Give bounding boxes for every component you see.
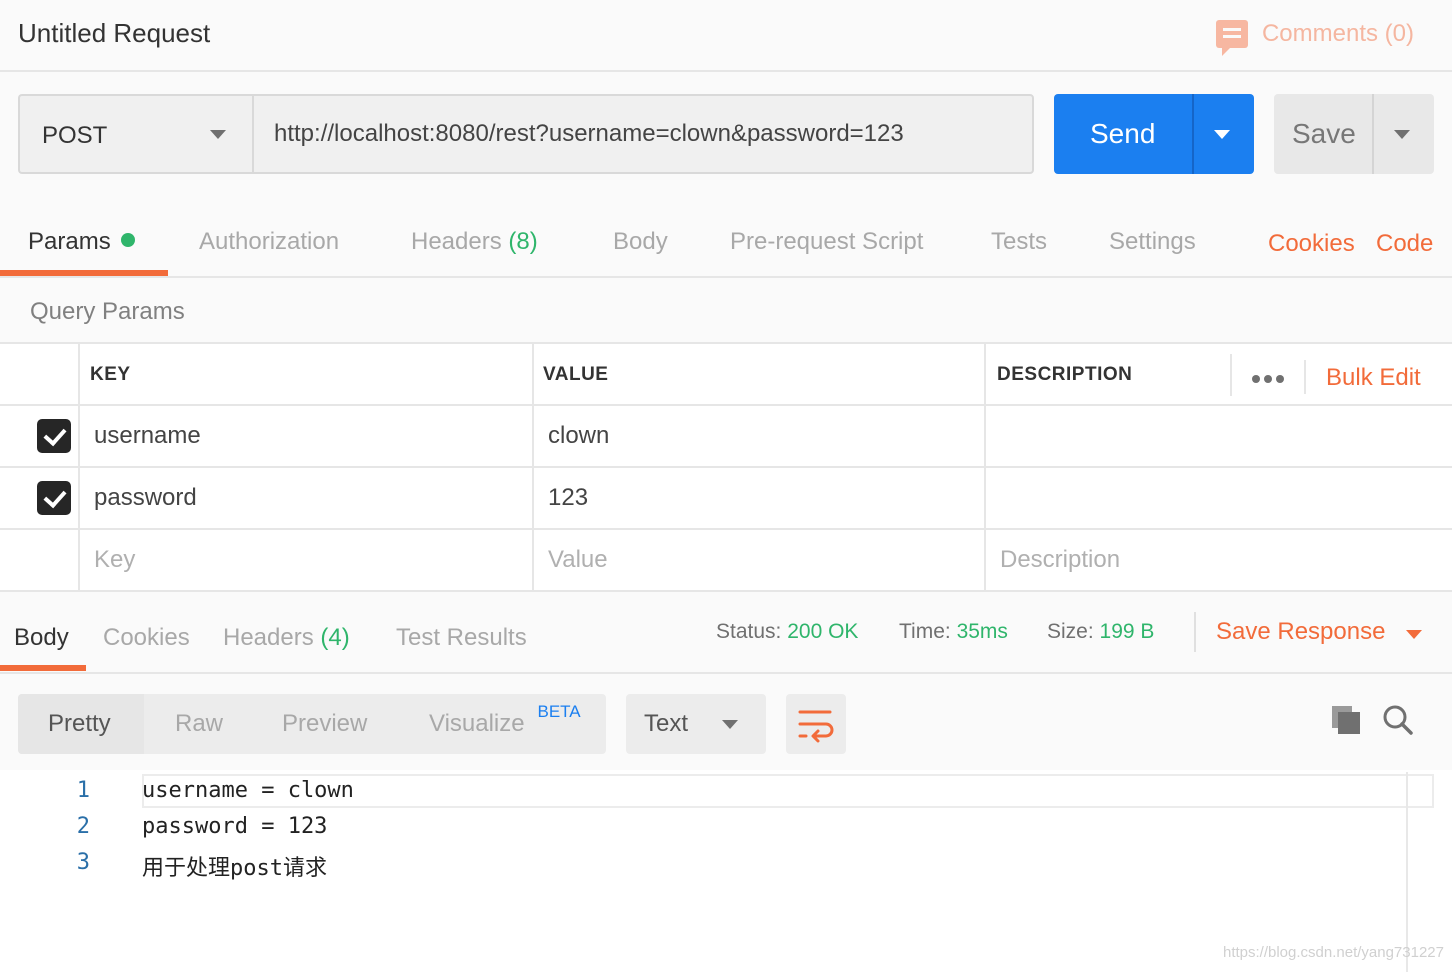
request-title[interactable]: Untitled Request [18, 18, 210, 49]
time-readout: Time: 35ms [899, 620, 1008, 644]
time-value: 35ms [956, 620, 1008, 643]
format-pretty[interactable]: Pretty [48, 710, 111, 738]
tabs-divider [0, 276, 1452, 278]
line-number: 1 [76, 778, 90, 803]
bulk-edit-button[interactable]: Bulk Edit [1326, 364, 1421, 392]
method-label: POST [42, 122, 108, 149]
code-line: username = clown [142, 778, 354, 803]
method-select[interactable]: POST [18, 94, 252, 174]
save-response-button[interactable]: Save Response [1216, 618, 1385, 646]
new-key-input[interactable]: Key [94, 546, 135, 574]
search-icon[interactable] [1382, 704, 1414, 736]
tab-tests[interactable]: Tests [991, 228, 1047, 256]
tab-params-label: Params [28, 228, 111, 255]
comments-button[interactable]: Comments (0) [1215, 20, 1414, 56]
line-number: 2 [76, 814, 90, 839]
copy-icon[interactable] [1330, 704, 1362, 736]
tab-body[interactable]: Body [613, 228, 668, 256]
table-divider [0, 466, 1452, 468]
response-tab-headers[interactable]: Headers (4) [223, 624, 350, 652]
status-label: Status: [716, 620, 782, 643]
headers-count-badge: (8) [508, 228, 538, 255]
response-headers-count: (4) [320, 624, 350, 651]
response-tab-cookies[interactable]: Cookies [103, 624, 190, 652]
tab-headers-label: Headers [411, 228, 502, 255]
send-label: Send [1090, 118, 1156, 149]
url-input[interactable]: http://localhost:8080/rest?username=clow… [252, 94, 1034, 174]
code-line: 用于处理post请求 [142, 856, 327, 881]
format-raw[interactable]: Raw [175, 710, 223, 738]
response-tab-headers-label: Headers [223, 624, 314, 651]
comments-label: Comments (0) [1261, 20, 1414, 47]
size-readout: Size: 199 B [1047, 620, 1154, 644]
save-dropdown-icon[interactable] [1394, 130, 1410, 139]
response-active-tab-underline [0, 665, 86, 671]
param-value-cell[interactable]: 123 [548, 484, 588, 512]
format-preview[interactable]: Preview [282, 710, 367, 738]
response-type-select[interactable]: Text [626, 694, 766, 754]
column-header-description: DESCRIPTION [997, 364, 1133, 385]
tab-params[interactable]: Params [28, 228, 135, 256]
param-value-cell[interactable]: clown [548, 422, 609, 450]
format-segmented-control: Pretty Raw Preview Visualize BETA [18, 694, 606, 754]
response-tab-body[interactable]: Body [14, 624, 69, 652]
status-readout: Status: 200 OK [716, 620, 858, 644]
param-key-cell[interactable]: username [94, 422, 201, 450]
send-divider [1192, 94, 1194, 174]
save-label: Save [1292, 118, 1356, 149]
wrap-lines-button[interactable] [786, 694, 846, 754]
wrap-lines-icon [798, 710, 834, 743]
time-label: Time: [899, 620, 951, 643]
format-visualize[interactable]: Visualize BETA [429, 702, 581, 738]
line-number: 3 [76, 850, 90, 875]
param-key-cell[interactable]: password [94, 484, 197, 512]
column-header-key: KEY [90, 364, 131, 385]
chevron-down-icon [722, 720, 738, 729]
save-response-dropdown-icon[interactable] [1406, 630, 1422, 639]
column-divider [1230, 354, 1232, 396]
size-value: 199 B [1099, 620, 1155, 643]
size-label: Size: [1047, 620, 1094, 643]
params-active-dot [120, 233, 135, 247]
chevron-down-icon [210, 130, 226, 139]
save-divider [1372, 94, 1374, 174]
response-type-label: Text [644, 710, 689, 737]
row-checkbox[interactable] [37, 419, 71, 453]
save-button[interactable]: Save [1274, 94, 1434, 174]
column-header-value: VALUE [543, 364, 609, 385]
beta-badge: BETA [537, 702, 581, 721]
send-button[interactable]: Send [1054, 94, 1254, 174]
active-tab-underline [0, 270, 168, 276]
table-divider [0, 404, 1452, 406]
tab-headers[interactable]: Headers (8) [411, 228, 538, 256]
table-divider [0, 528, 1452, 530]
watermark: https://blog.csdn.net/yang731227 [1222, 944, 1444, 961]
status-divider [1194, 612, 1196, 652]
format-visualize-label: Visualize [429, 710, 525, 737]
column-divider [532, 344, 534, 590]
row-checkbox[interactable] [37, 481, 71, 515]
more-options-icon[interactable] [1252, 370, 1288, 388]
code-line: password = 123 [142, 814, 328, 839]
tab-authorization[interactable]: Authorization [199, 228, 339, 256]
response-tabs-divider [0, 672, 1452, 674]
status-value: 200 OK [787, 620, 859, 643]
column-divider [984, 344, 986, 590]
query-params-title: Query Params [30, 298, 185, 325]
send-dropdown-icon[interactable] [1214, 130, 1230, 139]
response-tab-test-results[interactable]: Test Results [396, 624, 527, 652]
tab-prerequest-script[interactable]: Pre-request Script [730, 228, 923, 256]
url-value: http://localhost:8080/rest?username=clow… [274, 120, 904, 147]
new-value-input[interactable]: Value [548, 546, 608, 574]
comment-icon [1215, 20, 1248, 56]
editor-scrollbar[interactable] [1406, 772, 1408, 972]
cookies-link[interactable]: Cookies [1268, 230, 1355, 258]
column-divider [1304, 360, 1306, 394]
column-divider [78, 344, 80, 590]
tab-settings[interactable]: Settings [1109, 228, 1196, 256]
code-link[interactable]: Code [1376, 230, 1433, 258]
new-description-input[interactable]: Description [1000, 546, 1120, 574]
